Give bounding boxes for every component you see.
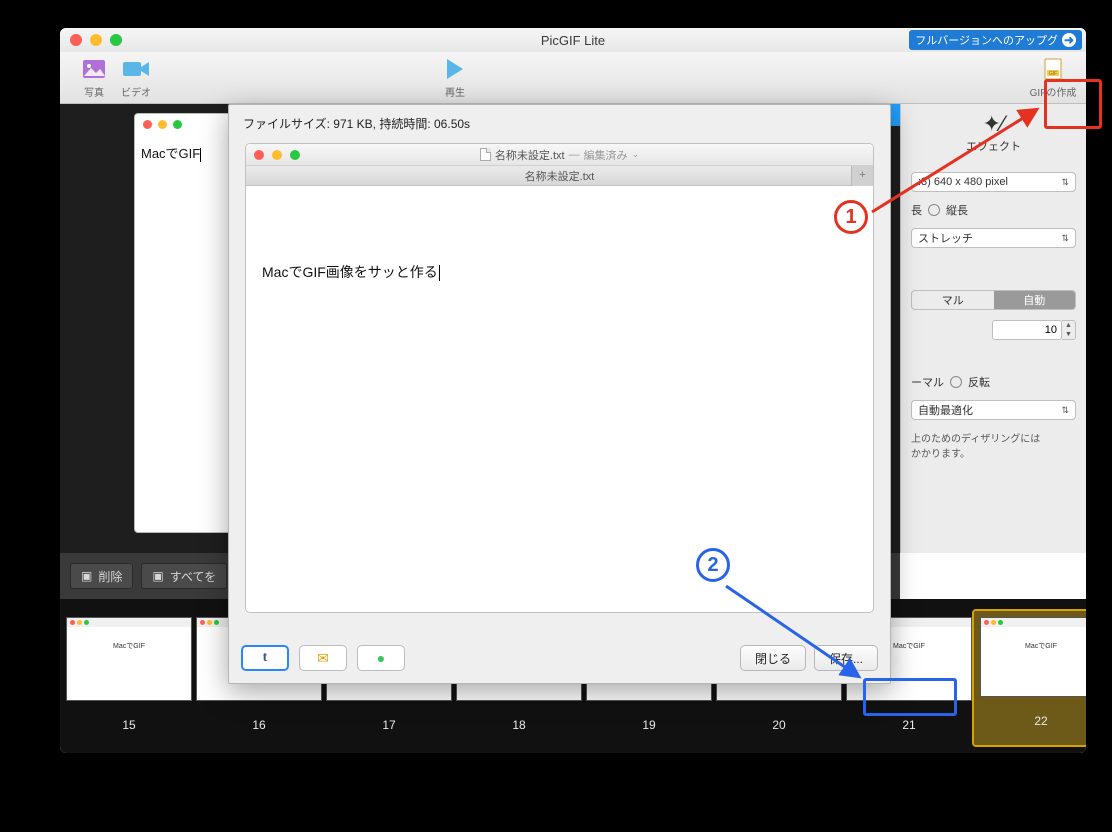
- seg-auto[interactable]: 自動: [994, 291, 1076, 309]
- titlebar: PicGIF Lite フルバージョンへのアップグ ➜: [60, 28, 1086, 52]
- chevron-updown-icon: ⇅: [1061, 405, 1069, 416]
- upgrade-button[interactable]: フルバージョンへのアップグ ➜: [909, 30, 1082, 50]
- radio-tall[interactable]: [928, 204, 940, 216]
- share-mail-button[interactable]: ✉︎: [299, 645, 347, 671]
- upgrade-label: フルバージョンへのアップグ: [915, 32, 1058, 48]
- zoom-icon: [173, 120, 182, 129]
- minimize-icon: [158, 120, 167, 129]
- orient-tall-label: 縦長: [946, 202, 968, 218]
- document-body[interactable]: MacでGIF画像をサッと作る: [246, 186, 873, 282]
- stretch-dropdown[interactable]: ストレッチ ⇅: [911, 228, 1076, 248]
- frame-number: 15: [66, 718, 192, 732]
- frame-number: 19: [586, 718, 712, 732]
- image-icon: ▣: [81, 569, 92, 583]
- frame-number: 20: [716, 718, 842, 732]
- share-tumblr-button[interactable]: t: [241, 645, 289, 671]
- dither-note: 上のためのディザリングにはかかります。: [901, 426, 1086, 464]
- flip-normal-label: ーマル: [911, 374, 944, 390]
- toolbar: 写真 ビデオ 再生 GIF GIFの作成: [60, 52, 1086, 104]
- file-info: ファイルサイズ: 971 KB, 持続時間: 06.50s: [229, 105, 890, 142]
- stretch-value: ストレッチ: [918, 230, 973, 246]
- message-icon: ●: [377, 650, 385, 666]
- new-tab-button[interactable]: +: [851, 166, 873, 186]
- chevron-down-icon[interactable]: ⌄: [632, 149, 640, 160]
- seg-normal[interactable]: マル: [912, 291, 994, 309]
- optimize-dropdown[interactable]: 自動最適化 ⇅: [911, 400, 1076, 420]
- frame-number: 21: [846, 718, 972, 732]
- toolbar-photo-label: 写真: [76, 84, 112, 99]
- tab-item[interactable]: 名称未設定.txt: [525, 168, 595, 184]
- document-title: 名称未設定.txt — 編集済み ⌄: [246, 147, 873, 163]
- toolbar-make-gif-button[interactable]: GIF GIFの作成: [1028, 56, 1078, 99]
- arrow-right-icon: ➜: [1062, 33, 1076, 47]
- fps-input[interactable]: [992, 320, 1062, 340]
- frame-number: 18: [456, 718, 582, 732]
- effect-tab[interactable]: ✦⁄ エフェクト: [901, 110, 1086, 166]
- frame-thumb[interactable]: MacでGIF 22: [974, 611, 1086, 745]
- tumblr-icon: t: [263, 650, 268, 666]
- thumb-image: MacでGIF: [66, 617, 192, 701]
- document-icon: [480, 148, 491, 161]
- wand-icon: ✦⁄: [901, 110, 1086, 138]
- toolbar-video-button[interactable]: ビデオ: [118, 56, 154, 99]
- orient-long-label: 長: [911, 202, 922, 218]
- toolbar-video-label: ビデオ: [118, 84, 154, 99]
- size-dropdown[interactable]: :3) 640 x 480 pixel ⇅: [911, 172, 1076, 192]
- preview-document-window: 名称未設定.txt — 編集済み ⌄ 名称未設定.txt + MacでGIF画像…: [245, 143, 874, 613]
- toolbar-photo-button[interactable]: 写真: [76, 56, 112, 99]
- mail-icon: ✉︎: [317, 650, 329, 667]
- flip-reverse-label: 反転: [968, 374, 990, 390]
- close-button[interactable]: 閉じる: [740, 645, 806, 671]
- chevron-updown-icon: ⇅: [1061, 233, 1069, 244]
- video-icon: [118, 56, 154, 82]
- mode-segment[interactable]: マル 自動: [911, 290, 1076, 310]
- toolbar-play-label: 再生: [430, 84, 480, 99]
- radio-flip[interactable]: [950, 376, 962, 388]
- gif-file-icon: GIF: [1028, 56, 1078, 82]
- tab-bar: 名称未設定.txt +: [246, 166, 873, 186]
- settings-sidebar: ✦⁄ エフェクト :3) 640 x 480 pixel ⇅ 長 縦長 ストレッ…: [900, 104, 1086, 553]
- select-all-button[interactable]: ▣ すべてを: [141, 563, 227, 589]
- share-message-button[interactable]: ●: [357, 645, 405, 671]
- export-sheet: ファイルサイズ: 971 KB, 持続時間: 06.50s 名称未設定.txt …: [228, 104, 891, 684]
- frame-number: 22: [980, 714, 1086, 728]
- frame-thumb[interactable]: MacでGIF 15: [66, 617, 192, 745]
- delete-button[interactable]: ▣ 削除: [70, 563, 133, 589]
- image-icon: ▣: [152, 569, 163, 583]
- frame-number: 16: [196, 718, 322, 732]
- play-icon: [430, 56, 480, 82]
- close-icon: [143, 120, 152, 129]
- toolbar-make-gif-label: GIFの作成: [1028, 84, 1078, 99]
- photo-icon: [76, 56, 112, 82]
- thumb-image: MacでGIF: [980, 617, 1086, 697]
- svg-text:GIF: GIF: [1049, 71, 1057, 77]
- toolbar-play-button[interactable]: 再生: [430, 56, 480, 99]
- frame-number: 17: [326, 718, 452, 732]
- size-value: :3) 640 x 480 pixel: [918, 176, 1008, 188]
- optimize-value: 自動最適化: [918, 402, 973, 418]
- delete-label: 削除: [98, 568, 122, 585]
- effect-label: エフェクト: [901, 138, 1086, 154]
- select-all-label: すべてを: [170, 568, 216, 585]
- chevron-updown-icon: ⇅: [1061, 177, 1069, 188]
- fps-stepper[interactable]: ▲▼: [1062, 320, 1076, 340]
- save-button[interactable]: 保存...: [814, 645, 878, 671]
